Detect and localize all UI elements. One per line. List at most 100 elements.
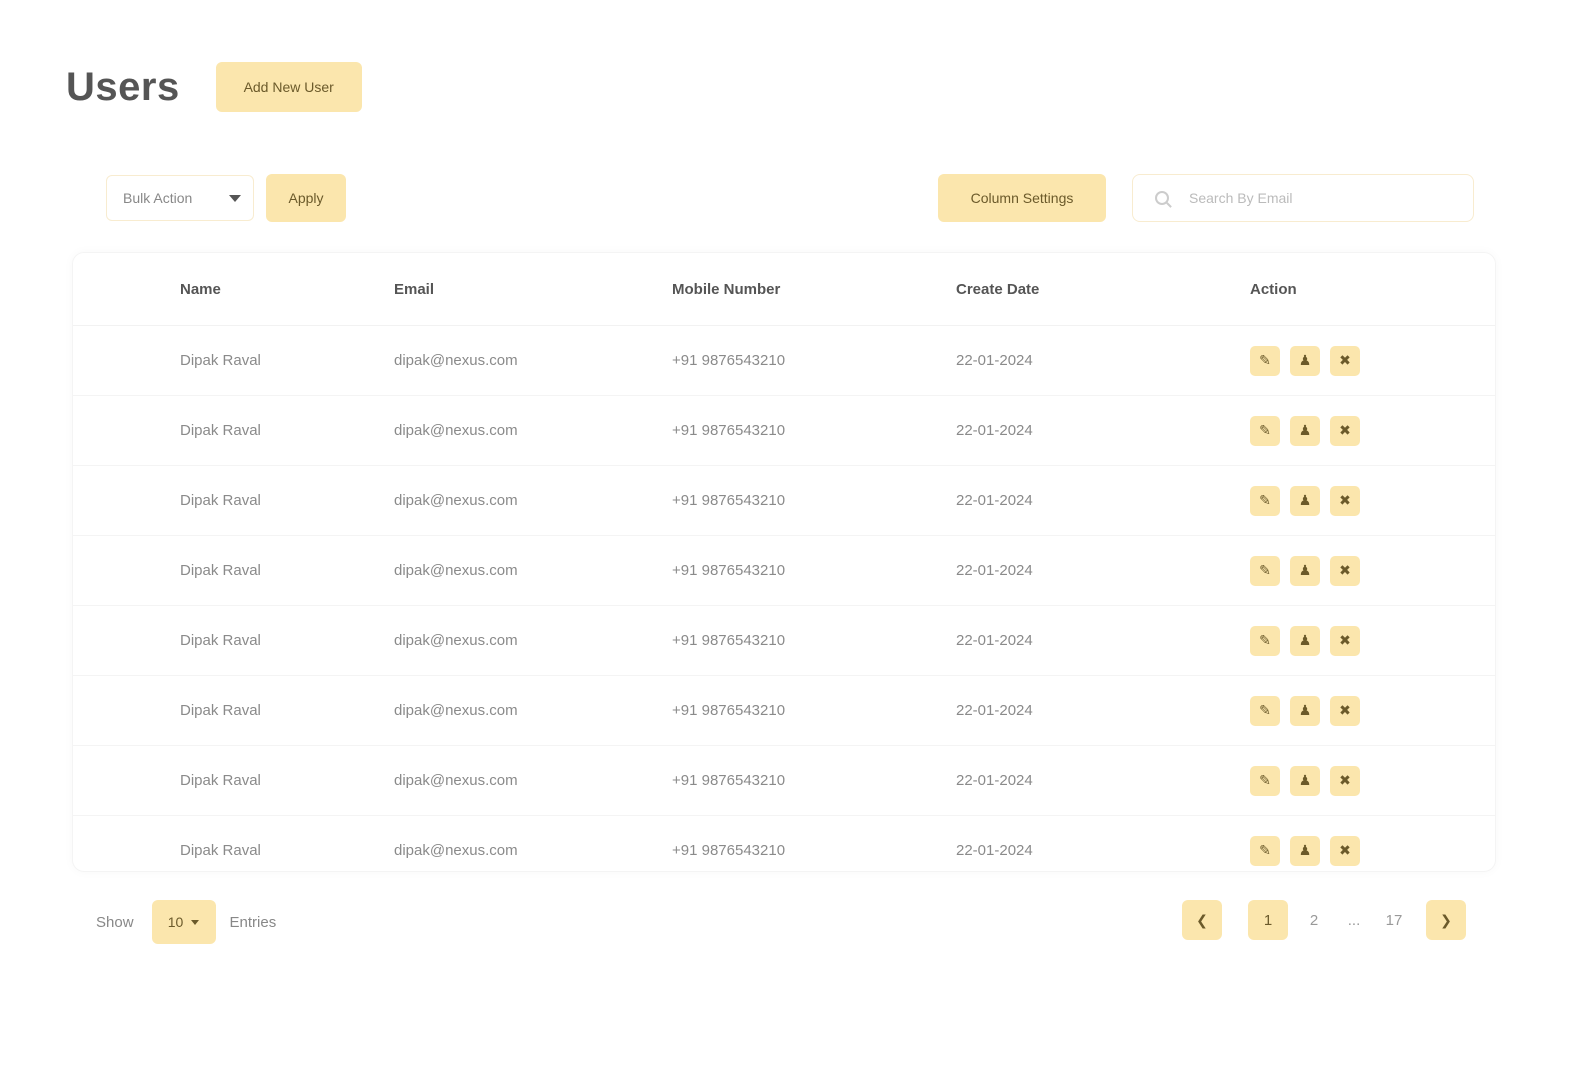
cell-name: Dipak Raval [180,605,394,676]
delete-button[interactable]: ✖ [1330,485,1360,516]
page-number-1[interactable]: 1 [1248,900,1288,940]
delete-button[interactable]: ✖ [1330,835,1360,866]
table-row: Dipak Raval dipak@nexus.com +91 9876543210… [73,395,1495,466]
row-actions: ✎ ♟ ✖ [1250,695,1495,726]
delete-button[interactable]: ✖ [1330,765,1360,796]
add-new-user-button[interactable]: Add New User [215,62,362,112]
chevron-down-icon [229,194,241,202]
search-icon [1155,191,1169,205]
row-actions: ✎ ♟ ✖ [1250,555,1495,586]
cell-mobile: +91 9876543210 [672,842,786,859]
edit-icon: ✎ [1259,422,1271,438]
user-button[interactable]: ♟ [1290,555,1320,586]
cell-create-date: 22-01-2024 [956,325,1250,396]
cell-actions: ✎ ♟ ✖ [1250,395,1495,466]
cell-name: Dipak Raval [180,745,394,816]
user-button[interactable]: ♟ [1290,695,1320,726]
search-box[interactable] [1132,174,1474,222]
edit-icon: ✎ [1259,772,1271,788]
edit-button[interactable]: ✎ [1250,695,1280,726]
edit-button[interactable]: ✎ [1250,555,1280,586]
edit-button[interactable]: ✎ [1250,765,1280,796]
column-header-email[interactable]: Email [394,253,672,326]
table-row: Dipak Raval dipak@nexus.com +91 9876543210… [73,605,1495,676]
next-page-button[interactable]: ❯ [1426,900,1466,940]
edit-button[interactable]: ✎ [1250,345,1280,376]
cell-actions: ✎ ♟ ✖ [1250,745,1495,816]
user-button[interactable]: ♟ [1290,415,1320,446]
cell-name: Dipak Raval [180,465,394,536]
user-icon: ♟ [1298,702,1312,718]
page-title: Users [66,64,180,109]
page-size-value: 10 [167,914,184,930]
page-number-last[interactable]: 17 [1374,900,1414,940]
delete-icon: ✖ [1339,352,1351,368]
cell-mobile: +91 9876543210 [672,675,956,746]
page-header: Users Add New User [66,62,362,112]
row-actions: ✎ ♟ ✖ [1250,345,1495,376]
page-number-2[interactable]: 2 [1294,900,1334,940]
bulk-action-toolbar: Bulk Action Apply [106,174,346,222]
edit-button[interactable]: ✎ [1250,485,1280,516]
entries-label: Entries [229,913,277,931]
edit-button[interactable]: ✎ [1250,415,1280,446]
delete-icon: ✖ [1339,702,1351,718]
row-actions: ✎ ♟ ✖ [1250,835,1495,866]
cell-name: Dipak Raval [180,842,261,859]
user-button[interactable]: ♟ [1290,835,1320,866]
cell-mobile: +91 9876543210 [672,395,956,466]
column-header-action: Action [1250,253,1495,326]
cell-actions: ✎ ♟ ✖ [1250,605,1495,676]
row-select-cell [73,816,180,872]
edit-icon: ✎ [1259,352,1271,368]
users-table: Name Email Mobile Number Create Date Act… [73,253,1495,872]
cell-email: dipak@nexus.com [394,675,672,746]
chevron-left-icon: ❮ [1196,911,1208,928]
pagination: ❮ 1 2 ... 17 ❯ [1182,900,1466,940]
column-header-mobile[interactable]: Mobile Number [672,253,956,326]
previous-page-button[interactable]: ❮ [1182,900,1222,940]
delete-button[interactable]: ✖ [1330,695,1360,726]
delete-button[interactable]: ✖ [1330,555,1360,586]
row-select-cell [73,745,180,816]
user-button[interactable]: ♟ [1290,345,1320,376]
table-header-row: Name Email Mobile Number Create Date Act… [73,253,1495,326]
cell-email: dipak@nexus.com [394,535,672,606]
page-size-select[interactable]: 10 [151,900,216,944]
row-actions: ✎ ♟ ✖ [1250,485,1495,516]
user-button[interactable]: ♟ [1290,765,1320,796]
user-button[interactable]: ♟ [1290,625,1320,656]
edit-button[interactable]: ✎ [1250,625,1280,656]
cell-mobile: +91 9876543210 [672,605,956,676]
delete-button[interactable]: ✖ [1330,345,1360,376]
table-row: Dipak Raval dipak@nexus.com +91 9876543210… [73,325,1495,396]
column-header-create-date[interactable]: Create Date [956,253,1250,326]
delete-icon: ✖ [1339,632,1351,648]
bulk-action-select[interactable]: Bulk Action [106,175,254,221]
row-select-cell [73,395,180,466]
apply-button[interactable]: Apply [266,174,346,222]
row-select-cell [73,465,180,536]
chevron-right-icon: ❯ [1440,911,1452,928]
table-row: Dipak Raval dipak@nexus.com +91 9876543210… [73,745,1495,816]
edit-button[interactable]: ✎ [1250,835,1280,866]
column-settings-button[interactable]: Column Settings [938,174,1106,222]
row-actions: ✎ ♟ ✖ [1250,415,1495,446]
edit-icon: ✎ [1259,842,1271,858]
cell-actions: ✎ ♟ ✖ [1250,816,1495,872]
table-tools: Column Settings [938,174,1474,222]
search-input[interactable] [1187,189,1451,207]
delete-button[interactable]: ✖ [1330,625,1360,656]
edit-icon: ✎ [1259,702,1271,718]
user-icon: ♟ [1298,422,1312,438]
table-body: Dipak Raval dipak@nexus.com +91 9876543210… [73,325,1495,872]
column-header-name[interactable]: Name [180,253,394,326]
cell-create-date: 22-01-2024 [956,535,1250,606]
delete-button[interactable]: ✖ [1330,415,1360,446]
cell-mobile: +91 9876543210 [672,465,956,536]
cell-create-date: 22-01-2024 [956,842,1033,859]
row-select-cell [73,535,180,606]
row-actions: ✎ ♟ ✖ [1250,765,1495,796]
user-button[interactable]: ♟ [1290,485,1320,516]
cell-create-date: 22-01-2024 [956,395,1250,466]
